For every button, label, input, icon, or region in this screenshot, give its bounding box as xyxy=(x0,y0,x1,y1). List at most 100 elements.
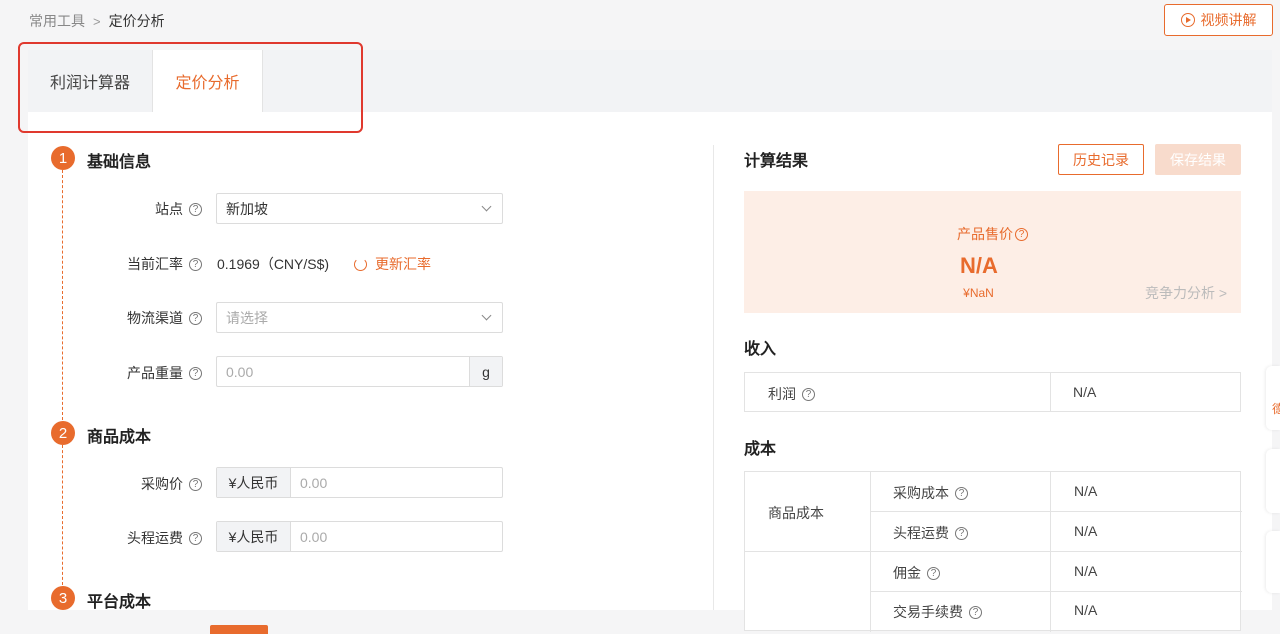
refresh-icon xyxy=(354,257,367,271)
step-number-1: 1 xyxy=(51,146,75,170)
cost-row-value: N/A xyxy=(1074,523,1098,539)
section-title-basic-info: 基础信息 xyxy=(87,154,152,171)
purchase-placeholder: 0.00 xyxy=(300,474,328,491)
rate-label-text: 当前汇率 xyxy=(127,256,183,272)
side-float-tab[interactable] xyxy=(1266,531,1280,593)
help-icon[interactable]: ? xyxy=(955,486,968,500)
cost-row-label-text: 头程运费 xyxy=(893,525,949,541)
breadcrumb: 常用工具 > 定价分析 xyxy=(29,11,165,31)
price-summary-card: 产品售价 ? N/A ¥NaN 竞争力分析 > xyxy=(744,191,1241,313)
price-value: N/A xyxy=(960,253,998,278)
cost-row-value: N/A xyxy=(1074,483,1098,499)
cost-row-label-text: 交易手续费 xyxy=(893,604,963,620)
step-number-2: 2 xyxy=(51,421,75,445)
price-label-text: 产品售价 xyxy=(957,226,1013,242)
help-icon[interactable]: ? xyxy=(189,202,202,216)
cost-row-label: 交易手续费 ? xyxy=(893,602,982,622)
cost-row-label: 头程运费 ? xyxy=(893,523,968,543)
step-connector xyxy=(62,170,63,420)
channel-label-text: 物流渠道 xyxy=(127,310,183,326)
help-icon[interactable]: ? xyxy=(1015,227,1028,241)
play-icon xyxy=(1180,13,1195,27)
rate-label: 当前汇率 ? xyxy=(127,254,202,274)
help-icon[interactable]: ? xyxy=(189,477,202,491)
purchase-price-input[interactable]: ¥人民币 0.00 xyxy=(216,467,503,498)
freight-label: 头程运费 ? xyxy=(127,528,202,548)
video-tutorial-label: 视频讲解 xyxy=(1200,12,1257,28)
weight-label: 产品重量 ? xyxy=(127,363,202,383)
table-divider xyxy=(745,551,1242,552)
income-title: 收入 xyxy=(744,341,777,358)
logistics-channel-select[interactable]: 请选择 xyxy=(216,302,503,333)
cost-row-label: 佣金 ? xyxy=(893,563,940,583)
profit-label-text: 利润 xyxy=(768,386,796,402)
cost-row-label-text: 佣金 xyxy=(893,565,921,581)
table-divider xyxy=(870,511,1242,512)
help-icon[interactable]: ? xyxy=(955,526,968,540)
channel-placeholder: 请选择 xyxy=(226,309,268,326)
help-icon[interactable]: ? xyxy=(189,257,202,271)
tab-bar: 利润计算器 定价分析 xyxy=(28,50,1272,112)
chevron-down-icon xyxy=(481,201,492,212)
update-rate-label: 更新汇率 xyxy=(375,256,431,272)
tab-profit-calculator[interactable]: 利润计算器 xyxy=(28,50,153,112)
help-icon[interactable]: ? xyxy=(189,311,202,325)
freight-label-text: 头程运费 xyxy=(127,530,183,546)
weight-unit: g xyxy=(469,357,502,386)
help-icon[interactable]: ? xyxy=(927,566,940,580)
table-divider xyxy=(870,591,1242,592)
weight-label-text: 产品重量 xyxy=(127,365,183,381)
chevron-down-icon xyxy=(481,310,492,321)
top-bar: 常用工具 > 定价分析 视频讲解 xyxy=(0,0,1280,42)
side-float-tab[interactable] xyxy=(1266,449,1280,513)
currency-prefix: ¥人民币 xyxy=(217,468,291,497)
cost-title: 成本 xyxy=(744,441,777,458)
column-divider xyxy=(713,145,714,610)
purchase-label: 采购价 ? xyxy=(141,474,202,494)
cost-row-value: N/A xyxy=(1074,602,1098,618)
update-rate-link[interactable]: 更新汇率 xyxy=(354,254,431,274)
profit-value: N/A xyxy=(1073,384,1097,400)
help-icon[interactable]: ? xyxy=(969,605,982,619)
price-label: 产品售价 ? xyxy=(744,224,1241,244)
freight-placeholder: 0.00 xyxy=(300,528,328,545)
cost-row-value: N/A xyxy=(1074,563,1098,579)
cost-table: 商品成本 采购成本 ? N/A 头程运费 ? N/A 佣金 ? N/A 交易手续… xyxy=(744,471,1242,632)
side-float-tab-label: 德 xyxy=(1272,402,1280,416)
video-tutorial-button[interactable]: 视频讲解 xyxy=(1164,4,1273,36)
channel-label: 物流渠道 ? xyxy=(127,308,202,328)
weight-placeholder: 0.00 xyxy=(226,363,254,380)
competitiveness-analysis-link[interactable]: 竞争力分析 > xyxy=(1145,283,1227,303)
site-select-value: 新加坡 xyxy=(226,200,268,217)
purchase-label-text: 采购价 xyxy=(141,476,183,492)
section-title-platform-cost: 平台成本 xyxy=(87,594,152,611)
tab-pricing-analysis[interactable]: 定价分析 xyxy=(153,50,263,112)
income-table: 利润 ? N/A xyxy=(744,372,1241,412)
result-title: 计算结果 xyxy=(744,153,809,170)
weight-input[interactable]: 0.00 g xyxy=(216,356,503,387)
help-icon[interactable]: ? xyxy=(189,531,202,545)
help-icon[interactable]: ? xyxy=(802,387,815,401)
table-divider xyxy=(870,472,871,632)
breadcrumb-current: 定价分析 xyxy=(108,13,165,29)
breadcrumb-separator: > xyxy=(93,13,101,29)
table-divider xyxy=(1050,373,1051,411)
cost-group-label: 商品成本 xyxy=(768,505,824,521)
cost-row-label-text: 采购成本 xyxy=(893,485,949,501)
cost-row-label: 采购成本 ? xyxy=(893,483,968,503)
step-number-3: 3 xyxy=(51,586,75,610)
site-label: 站点 ? xyxy=(155,199,202,219)
help-icon[interactable]: ? xyxy=(189,366,202,380)
history-button[interactable]: 历史记录 xyxy=(1058,144,1144,175)
breadcrumb-parent[interactable]: 常用工具 xyxy=(29,11,85,31)
section-title-product-cost: 商品成本 xyxy=(87,429,152,446)
profit-label: 利润 ? xyxy=(768,384,815,404)
exchange-rate-value: 0.1969（CNY/S$) xyxy=(217,256,330,272)
freight-input[interactable]: ¥人民币 0.00 xyxy=(216,521,503,552)
side-float-tab[interactable]: 德 xyxy=(1266,366,1280,430)
save-result-button[interactable]: 保存结果 xyxy=(1155,144,1241,175)
table-divider xyxy=(1050,472,1051,632)
site-select[interactable]: 新加坡 xyxy=(216,193,503,224)
calculate-button[interactable] xyxy=(210,625,268,634)
step-connector xyxy=(62,445,63,585)
